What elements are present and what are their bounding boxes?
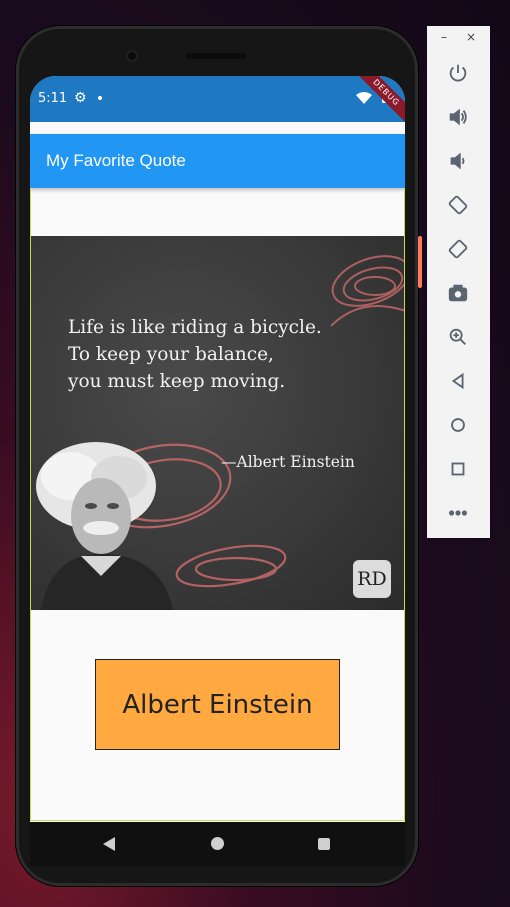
nav-back-icon[interactable] [102,837,116,851]
settings-icon: ⚙ [74,90,87,106]
rotate-left-icon[interactable] [445,192,471,218]
zoom-icon[interactable] [445,324,471,350]
nav-home-icon[interactable] [211,837,224,850]
power-icon[interactable] [445,60,471,86]
decorative-swirl-top [330,255,404,327]
nav-recents-icon[interactable] [318,838,330,850]
quote-line: To keep your balance, [68,344,274,365]
overview-icon[interactable] [445,456,471,482]
volume-up-icon[interactable] [445,104,471,130]
quote-image: Life is like riding a bicycle. To keep y… [31,236,404,610]
page-title: My Favorite Quote [46,151,186,170]
device-screen: 5:11 ⚙ DEBUG My Favorite Quote Life is l… [30,76,405,822]
earpiece-speaker [186,53,246,59]
quote-line: you must keep moving. [68,371,286,392]
navigation-bar [30,822,405,866]
quote-author: —Albert Einstein [221,453,355,471]
quote-line: Life is like riding a bicycle. [68,317,322,338]
status-time: 5:11 [38,91,68,106]
notification-dot-icon [98,96,102,100]
back-icon[interactable] [445,368,471,394]
home-icon[interactable] [445,412,471,438]
front-camera [126,50,138,62]
quote-text: Life is like riding a bicycle. To keep y… [68,314,322,395]
power-side-button[interactable] [418,236,422,288]
rd-logo: RD [353,560,391,598]
camera-icon[interactable] [445,280,471,306]
volume-down-icon[interactable] [445,148,471,174]
emulator-control-panel: – × [427,26,490,538]
wifi-icon [356,92,372,104]
more-icon[interactable] [445,500,471,526]
status-bar: 5:11 ⚙ DEBUG [30,76,405,130]
close-icon[interactable]: × [466,30,476,44]
rotate-right-icon[interactable] [445,236,471,262]
einstein-portrait [36,442,173,610]
author-name-button[interactable]: Albert Einstein [95,659,340,750]
app-bar: My Favorite Quote [30,134,405,188]
minimize-icon[interactable]: – [441,30,447,44]
